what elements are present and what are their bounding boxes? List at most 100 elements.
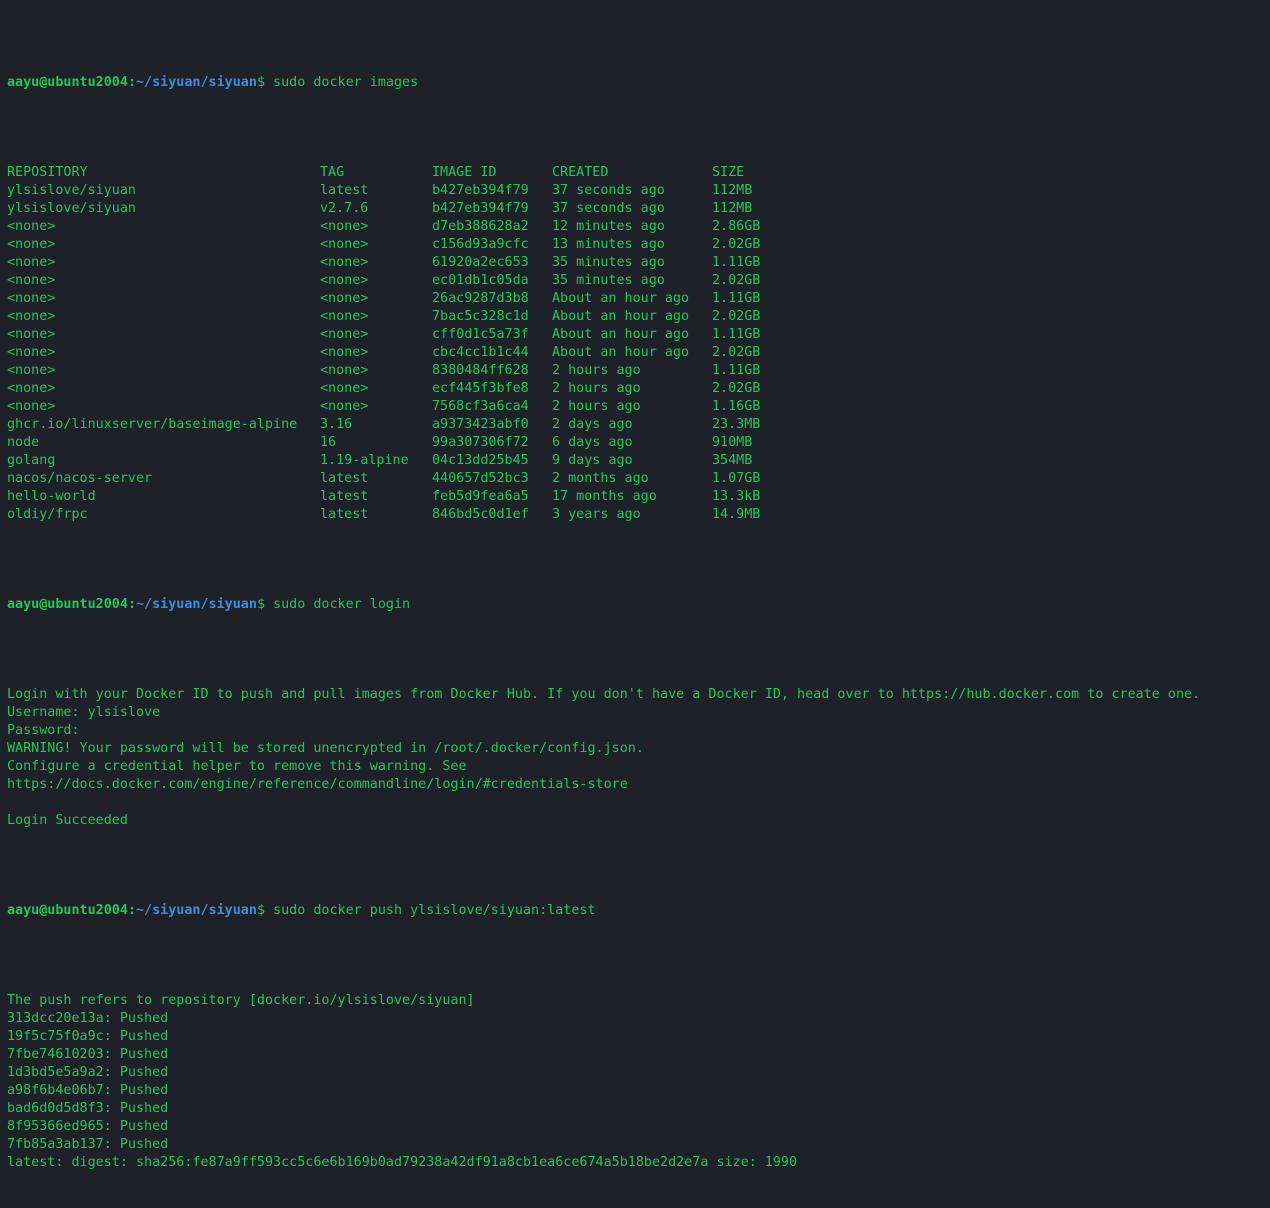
cell-created: 35 minutes ago <box>552 255 665 270</box>
cell-repository: ylsislove/siyuan <box>7 183 136 198</box>
prompt-dollar: $ <box>256 903 265 918</box>
output-line: Login with your Docker ID to push and pu… <box>7 687 1201 702</box>
cell-image-id: b427eb394f79 <box>432 183 529 198</box>
cell-image-id: a9373423abf0 <box>432 417 529 432</box>
cell-created: 2 months ago <box>552 471 649 486</box>
cell-size: 1.11GB <box>712 255 761 270</box>
table-row: node 16 99a307306f72 6 days ago 910MB <box>7 434 1270 452</box>
table-row: <none> <none> cff0d1c5a73f About an hour ag… <box>7 326 1270 344</box>
cell-created: CREATED <box>552 165 609 180</box>
cell-tag: latest <box>320 489 369 504</box>
cell-tag: <none> <box>320 219 369 234</box>
cell-size: 112MB <box>712 183 753 198</box>
cell-image-id: 26ac9287d3b8 <box>432 291 529 306</box>
cell-image-id: cbc4cc1b1c44 <box>432 345 529 360</box>
table-header-row: REPOSITORY TAG IMAGE ID CREATED SIZE <box>7 164 1270 182</box>
images-table: REPOSITORY TAG IMAGE ID CREATED SIZE ylsislov… <box>7 164 1270 524</box>
cell-created: About an hour ago <box>552 327 690 342</box>
table-row: hello-world latest feb5d9fea6a5 17 months a… <box>7 488 1270 506</box>
cell-image-id: 846bd5c0d1ef <box>432 507 529 522</box>
cell-image-id: 99a307306f72 <box>432 435 529 450</box>
cell-image-id: c156d93a9cfc <box>432 237 529 252</box>
cell-tag: latest <box>320 183 369 198</box>
prompt-user-host: aayu@ubuntu2004 <box>7 903 128 918</box>
output-line: https://docs.docker.com/engine/reference… <box>7 777 628 792</box>
cell-created: 12 minutes ago <box>552 219 665 234</box>
cell-tag: TAG <box>320 165 345 180</box>
cell-created: About an hour ago <box>552 345 690 360</box>
cell-tag: <none> <box>320 399 369 414</box>
login-output: Login with your Docker ID to push and pu… <box>7 686 1270 830</box>
cell-created: 13 minutes ago <box>552 237 665 252</box>
command-docker-push: sudo docker push ylsislove/siyuan:latest <box>265 903 596 918</box>
prompt-dollar: $ <box>256 597 265 612</box>
cell-size: 14.9MB <box>712 507 761 522</box>
cell-repository: <none> <box>7 363 56 378</box>
cell-image-id: 61920a2ec653 <box>432 255 529 270</box>
cell-repository: <none> <box>7 345 56 360</box>
push-output: The push refers to repository [docker.io… <box>7 992 1270 1172</box>
cell-created: 2 hours ago <box>552 381 641 396</box>
table-row: <none> <none> ec01db1c05da 35 minutes ago 2.… <box>7 272 1270 290</box>
cell-created: 2 hours ago <box>552 399 641 414</box>
cell-repository: hello-world <box>7 489 96 504</box>
output-line: 1d3bd5e5a9a2: Pushed <box>7 1065 169 1080</box>
cell-tag: <none> <box>320 237 369 252</box>
output-line: Password: <box>7 723 80 738</box>
prompt-user-host: aayu@ubuntu2004 <box>7 597 128 612</box>
cell-size: 1.11GB <box>712 291 761 306</box>
cell-image-id: ecf445f3bfe8 <box>432 381 529 396</box>
table-row: <none> <none> 26ac9287d3b8 About an hour ag… <box>7 290 1270 308</box>
output-line: Username: ylsislove <box>7 705 161 720</box>
terminal-window[interactable]: aayu@ubuntu2004:~/siyuan/siyuan$ sudo do… <box>0 0 1270 1170</box>
cell-repository: <none> <box>7 219 56 234</box>
cell-size: 2.02GB <box>712 345 761 360</box>
cell-tag: <none> <box>320 309 369 324</box>
prompt-line-images: aayu@ubuntu2004:~/siyuan/siyuan$ sudo do… <box>7 74 1270 92</box>
cell-image-id: 7bac5c328c1d <box>432 309 529 324</box>
cell-repository: <none> <box>7 399 56 414</box>
cell-created: 35 minutes ago <box>552 273 665 288</box>
cell-repository: <none> <box>7 291 56 306</box>
table-row: <none> <none> 7bac5c328c1d About an hour ag… <box>7 308 1270 326</box>
output-line: Login Succeeded <box>7 813 128 828</box>
cell-created: 37 seconds ago <box>552 183 665 198</box>
output-line: 7fb85a3ab137: Pushed <box>7 1137 169 1152</box>
cell-size: 1.11GB <box>712 327 761 342</box>
prompt-user-host: aayu@ubuntu2004 <box>7 75 128 90</box>
cell-created: 9 days ago <box>552 453 633 468</box>
cell-size: 23.3MB <box>712 417 761 432</box>
cell-size: 13.3kB <box>712 489 761 504</box>
cell-repository: golang <box>7 453 56 468</box>
table-row: <none> <none> cbc4cc1b1c44 About an hour ag… <box>7 344 1270 362</box>
cell-image-id: ec01db1c05da <box>432 273 529 288</box>
cell-size: 112MB <box>712 201 753 216</box>
cell-repository: <none> <box>7 255 56 270</box>
output-line: 19f5c75f0a9c: Pushed <box>7 1029 169 1044</box>
cell-image-id: IMAGE ID <box>432 165 497 180</box>
cell-repository: node <box>7 435 40 450</box>
cell-tag: latest <box>320 471 369 486</box>
cell-image-id: feb5d9fea6a5 <box>432 489 529 504</box>
cell-size: 2.86GB <box>712 219 761 234</box>
cell-tag: 3.16 <box>320 417 353 432</box>
cell-tag: latest <box>320 507 369 522</box>
output-line: 313dcc20e13a: Pushed <box>7 1011 169 1026</box>
cell-created: 17 months ago <box>552 489 657 504</box>
cell-tag: <none> <box>320 381 369 396</box>
table-row: golang 1.19-alpine 04c13dd25b45 9 days ago 3… <box>7 452 1270 470</box>
cell-tag: <none> <box>320 345 369 360</box>
prompt-separator: : <box>127 903 136 918</box>
prompt-line-push: aayu@ubuntu2004:~/siyuan/siyuan$ sudo do… <box>7 902 1270 920</box>
output-line: latest: digest: sha256:fe87a9ff593cc5c6e… <box>7 1155 798 1170</box>
prompt-path: ~/siyuan/siyuan <box>136 597 257 612</box>
table-row: <none> <none> 61920a2ec653 35 minutes ago 1.… <box>7 254 1270 272</box>
cell-tag: v2.7.6 <box>320 201 369 216</box>
cell-repository: ylsislove/siyuan <box>7 201 136 216</box>
cell-created: About an hour ago <box>552 309 690 324</box>
cell-repository: <none> <box>7 273 56 288</box>
prompt-path: ~/siyuan/siyuan <box>136 903 257 918</box>
table-row: ylsislove/siyuan v2.7.6 b427eb394f79 37 sec… <box>7 200 1270 218</box>
cell-repository: <none> <box>7 237 56 252</box>
